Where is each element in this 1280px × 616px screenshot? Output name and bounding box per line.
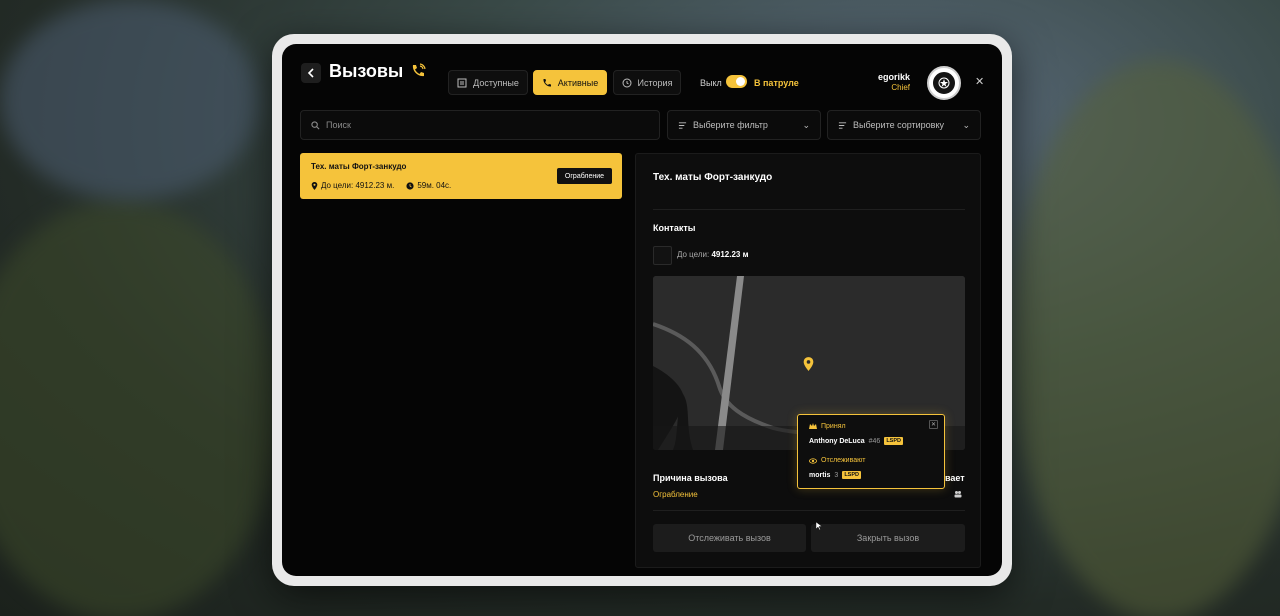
page-title: Вызовы (329, 61, 404, 81)
divider (653, 209, 965, 210)
divider (653, 510, 965, 511)
patrol-toggle[interactable] (726, 75, 747, 88)
call-detail-panel: Тех. маты Форт-занкудо Контакты До цели:… (635, 153, 981, 568)
officer-name: Anthony DeLuca (809, 437, 865, 445)
clock-icon (406, 181, 414, 190)
watching-label: вает (945, 473, 965, 483)
user-role: Chief (891, 83, 910, 92)
responders-popup: ✕ Принял Anthony DeLuca #46 LSPD Отслежи… (797, 414, 945, 489)
department-badge: LSPD (884, 437, 903, 445)
tracking-officer: mortis 3 LSPD (809, 471, 861, 479)
accepted-officer: Anthony DeLuca #46 LSPD (809, 437, 903, 445)
user-name: egorikk (877, 72, 910, 82)
filter-dropdown[interactable]: Выберите фильтр ⌄ (667, 110, 821, 140)
officer-name: mortis (809, 471, 831, 479)
track-call-button[interactable]: Отслеживать вызов (653, 524, 806, 552)
call-card[interactable]: Тех. маты Форт-занкудо До цели: 4912.23 … (300, 153, 622, 199)
call-distance-text: До цели: 4912.23 м. (321, 181, 395, 190)
distance-value: 4912.23 м (711, 250, 749, 259)
location-pin-icon (803, 357, 814, 371)
call-meta: До цели: 4912.23 м. 59м. 04с. (311, 181, 451, 190)
patrol-on-label: В патруле (754, 78, 799, 88)
reason-label: Причина вызова (653, 473, 728, 483)
sort-dropdown-label: Выберите сортировку (853, 120, 944, 130)
search-icon (311, 120, 320, 129)
tab-label: Активные (557, 77, 599, 88)
tracking-label: Отслеживают (821, 457, 866, 464)
call-timer: 59м. 04с. (406, 181, 451, 190)
chevron-down-icon: ⌄ (802, 119, 810, 130)
badge-emblem (931, 70, 957, 96)
sort-dropdown[interactable]: Выберите сортировку ⌄ (827, 110, 981, 140)
background-blur (1010, 60, 1280, 616)
tab-label: История (637, 77, 673, 88)
detail-title: Тех. маты Форт-занкудо (653, 172, 773, 183)
tablet-screen: Вызовы Доступные Активные История Выкл В… (282, 44, 1002, 576)
back-button[interactable] (301, 63, 321, 83)
tab-active[interactable]: Активные (533, 70, 607, 95)
avatar[interactable] (927, 66, 961, 100)
phone-icon (412, 63, 426, 77)
background-blur (0, 0, 260, 200)
patrol-off-label: Выкл (700, 78, 722, 88)
reason-value: Ограбление (653, 490, 698, 499)
close-icon[interactable]: ✕ (929, 420, 938, 429)
filter-icon (678, 121, 687, 129)
background-blur (0, 200, 280, 616)
tab-history[interactable]: История (613, 70, 681, 95)
accepted-header: Принял (809, 423, 846, 430)
phone-icon (543, 78, 551, 87)
detail-distance: До цели: 4912.23 м (677, 250, 749, 259)
accepted-label: Принял (821, 423, 846, 430)
seal-icon (938, 77, 950, 89)
close-icon[interactable]: ✕ (975, 75, 984, 88)
filter-dropdown-label: Выберите фильтр (693, 120, 768, 130)
sort-icon (838, 121, 847, 129)
distance-prefix: До цели: (677, 250, 710, 259)
location-pin-icon (311, 181, 318, 190)
contact-checkbox[interactable] (653, 246, 672, 265)
department-badge: LSPD (842, 471, 861, 479)
crown-icon (809, 423, 817, 429)
call-timer-text: 59м. 04с. (417, 181, 452, 190)
close-call-button[interactable]: Закрыть вызов (811, 524, 965, 552)
search-input[interactable] (326, 120, 626, 130)
contacts-label: Контакты (653, 223, 696, 233)
header: Вызовы Доступные Активные История Выкл В… (282, 44, 1002, 108)
call-title: Тех. маты Форт-занкудо (311, 162, 407, 171)
eye-icon (809, 457, 817, 464)
tab-label: Доступные (473, 77, 519, 88)
search-field[interactable] (300, 110, 660, 140)
tracking-header: Отслеживают (809, 457, 865, 464)
mouse-cursor-icon (816, 522, 822, 530)
call-distance: До цели: 4912.23 м. (311, 181, 394, 190)
clock-icon (622, 78, 632, 87)
call-type-badge: Ограбление (557, 168, 612, 184)
officer-id: #46 (868, 437, 881, 445)
chevron-down-icon: ⌄ (962, 119, 970, 130)
tablet-frame: Вызовы Доступные Активные История Выкл В… (272, 34, 1012, 586)
chevron-left-icon (307, 68, 314, 78)
officer-count: 3 (834, 471, 839, 479)
list-icon (457, 78, 467, 87)
tab-available[interactable]: Доступные (448, 70, 528, 95)
users-icon[interactable] (954, 490, 962, 498)
